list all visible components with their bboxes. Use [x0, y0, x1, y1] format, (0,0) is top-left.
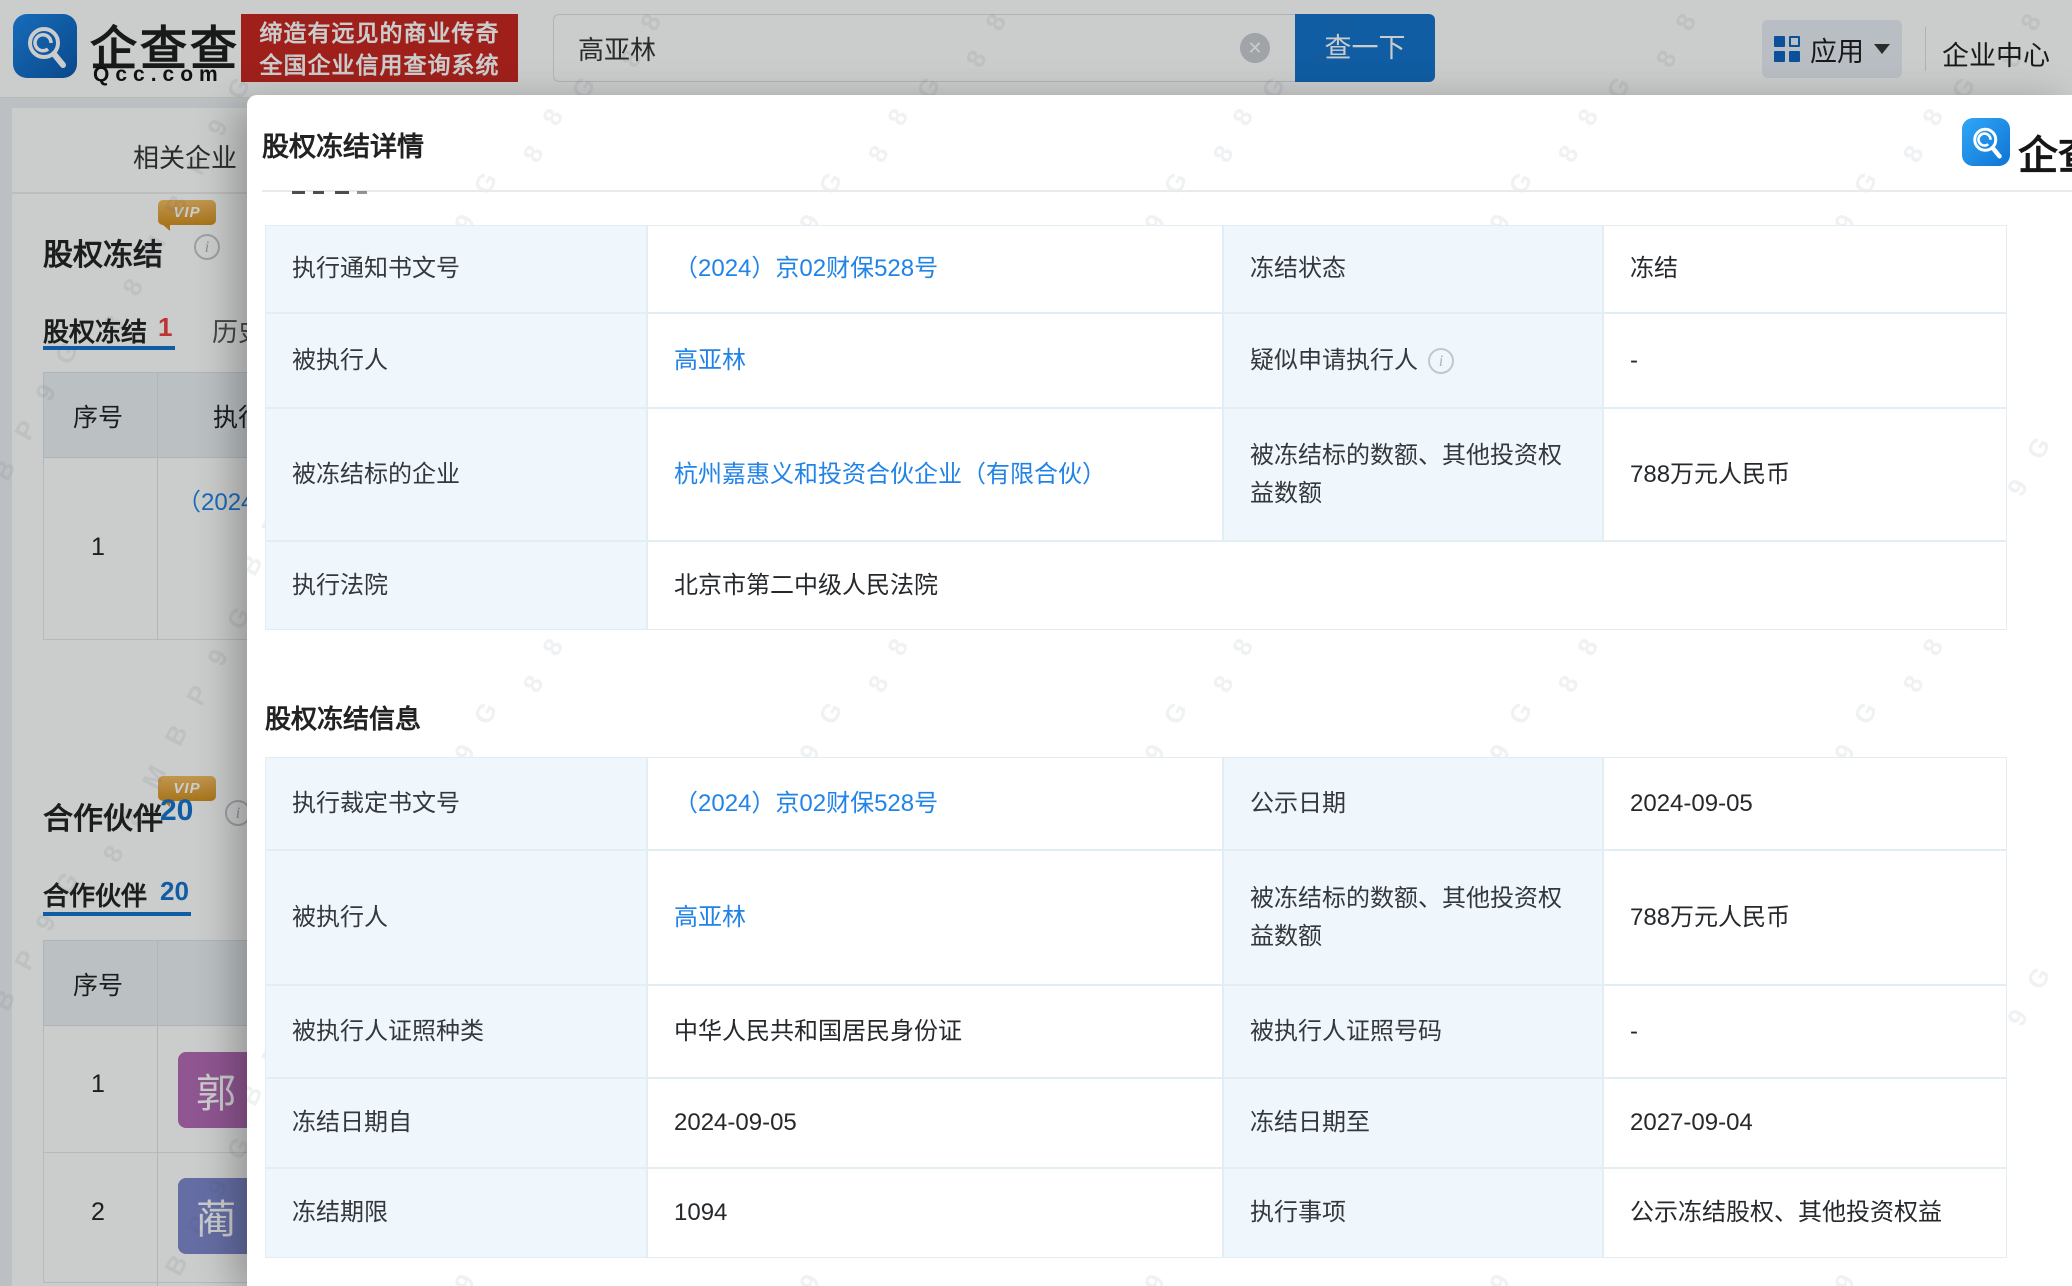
modal-title: 股权冻结详情 [262, 125, 424, 164]
t2-label: 冻结期限 [266, 1169, 646, 1257]
qcc-logo-icon [1962, 118, 2010, 166]
t2-label: 冻结日期至 [1224, 1079, 1602, 1167]
clipped-text-fragment [292, 191, 305, 194]
t2-value: 中华人民共和国居民身份证 [648, 986, 1222, 1077]
t1-label: 冻结状态 [1224, 226, 1602, 312]
freeze-info-table: 执行裁定书文号 （2024）京02财保528号 公示日期 2024-09-05 … [265, 757, 2007, 1258]
t2-value: 2027-09-04 [1604, 1079, 2006, 1167]
t1-label: 执行通知书文号 [266, 226, 646, 312]
t2-label: 被执行人 [266, 851, 646, 984]
frozen-company-link[interactable]: 杭州嘉惠义和投资合伙企业（有限合伙） [674, 456, 1106, 494]
t2-label: 被冻结标的数额、其他投资权益数额 [1224, 851, 1602, 984]
t2-value: 2024-09-05 [648, 1079, 1222, 1167]
t1-label: 疑似申请执行人 i [1224, 314, 1602, 407]
t2-value: - [1604, 986, 2006, 1077]
t1-label: 被执行人 [266, 314, 646, 407]
t2-label: 执行事项 [1224, 1169, 1602, 1257]
t2-label: 被执行人证照种类 [266, 986, 646, 1077]
divider [262, 190, 2072, 192]
t1-value: 北京市第二中级人民法院 [648, 542, 2006, 629]
t2-label: 冻结日期自 [266, 1079, 646, 1167]
t1-label: 执行法院 [266, 542, 646, 629]
t2-label: 执行裁定书文号 [266, 758, 646, 849]
freeze-detail-table: 执行通知书文号 （2024）京02财保528号 冻结状态 冻结 被执行人 高亚林… [265, 225, 2007, 630]
equity-freeze-detail-modal: 8 8 M B P 9 G8 8 M B P 9 G8 8 M B P 9 G8… [247, 95, 2072, 1286]
clipped-text-fragment [357, 191, 367, 194]
t2-label: 公示日期 [1224, 758, 1602, 849]
t1-value: 788万元人民币 [1604, 409, 2006, 540]
clipped-text-fragment [313, 191, 324, 194]
executed-person-link[interactable]: 高亚林 [674, 899, 746, 937]
executed-person-link[interactable]: 高亚林 [674, 342, 746, 380]
t2-value: 1094 [648, 1169, 1222, 1257]
t1-label: 被冻结标的企业 [266, 409, 646, 540]
t2-value: 788万元人民币 [1604, 851, 2006, 984]
t1-value: - [1604, 314, 2006, 407]
info-icon[interactable]: i [1428, 348, 1454, 374]
t1-value: 冻结 [1604, 226, 2006, 312]
t1-label-text: 疑似申请执行人 [1250, 342, 1418, 380]
t1-label: 被冻结标的数额、其他投资权益数额 [1224, 409, 1602, 540]
document-number-link[interactable]: （2024）京02财保528号 [674, 250, 938, 288]
ruling-number-link[interactable]: （2024）京02财保528号 [674, 785, 938, 823]
t2-value: 公示冻结股权、其他投资权益 [1604, 1169, 2006, 1257]
qcc-logo-text: 企查查 [2018, 123, 2072, 181]
freeze-info-section-title: 股权冻结信息 [265, 699, 421, 736]
clipped-text-fragment [335, 191, 349, 194]
t2-value: 2024-09-05 [1604, 758, 2006, 849]
t2-label: 被执行人证照号码 [1224, 986, 1602, 1077]
